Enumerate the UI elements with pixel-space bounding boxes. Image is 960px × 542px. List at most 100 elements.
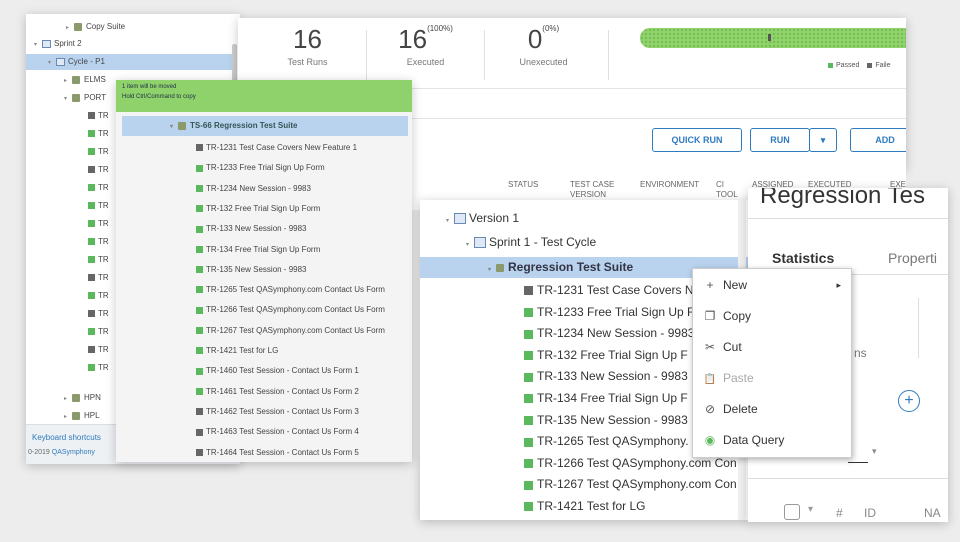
status-square-icon [196,327,203,335]
select-all-checkbox[interactable] [784,504,800,520]
tree-item-run[interactable]: TR [88,360,109,376]
tree-item-hpl[interactable]: ▸ HPL [64,408,100,424]
quick-run-button[interactable]: QUICK RUN [652,128,742,152]
tree-item-run[interactable]: TR [88,270,109,286]
drag-item-row[interactable]: TR-1463 Test Session - Contact Us Form 4 [196,424,359,440]
drag-item-row[interactable]: TR-1266 Test QASymphony.com Contact Us F… [196,302,385,318]
cycle-icon [56,57,65,66]
add-button[interactable]: ADD [850,128,906,152]
column-header-sort[interactable]: # [836,506,843,520]
stat-label: Unexecuted [519,57,568,67]
tree-item-run[interactable]: TR [88,126,109,142]
run-button[interactable]: RUN [750,128,810,152]
stat-divider [918,298,919,358]
test-run-row[interactable]: TR-135 New Session - 9983 [524,410,688,431]
status-square-icon [196,144,203,152]
status-square-icon [196,286,203,294]
stat-label: Test Runs [287,57,328,67]
brand-link[interactable]: QASymphony [52,449,95,456]
progress-bar [640,28,906,48]
tree-item-run[interactable]: TR [88,288,109,304]
drag-item-row[interactable]: TR-132 Free Trial Sign Up Form [196,201,320,217]
data-query-icon: ◉ [704,433,716,447]
drag-item-row[interactable]: TR-1421 Test for LG [196,343,278,359]
menu-item-paste[interactable]: 📋 Paste [693,363,851,394]
tree-item-run[interactable]: TR [88,180,109,196]
run-dropdown-button[interactable]: ▾ [809,128,837,152]
menu-item-data-query[interactable]: ◉ Data Query [693,425,851,456]
tree-item-run[interactable]: TR [88,252,109,268]
drag-item-row[interactable]: TR-1461 Test Session - Contact Us Form 2 [196,384,359,400]
column-header-test-case-version[interactable]: TEST CASE VERSION [570,180,630,200]
test-run-row[interactable]: TR-1234 New Session - 9983 [524,323,694,344]
test-run-row[interactable]: TR-133 New Session - 9983 [524,366,688,387]
menu-item-cut[interactable]: ✂ Cut [693,332,851,363]
test-run-label: TR-1234 New Session - 9983 [206,183,311,193]
tree-item-elms[interactable]: ▸ ELMS [64,72,106,88]
status-square-icon [196,306,203,314]
column-header-ci-tool[interactable]: CI TOOL [716,180,738,200]
drag-item-row[interactable]: TR-1460 Test Session - Contact Us Form 1 [196,363,359,379]
drag-item-row[interactable]: TR-133 New Session - 9983 [196,221,307,237]
drag-item-row[interactable]: TR-1464 Test Session - Contact Us Form 5 [196,445,359,461]
drag-item-row[interactable]: TR-1231 Test Case Covers New Feature 1 [196,140,357,156]
column-header-environment[interactable]: ENVIRONMENT [640,180,710,190]
tab-statistics[interactable]: Statistics [772,250,834,266]
test-run-row[interactable]: TR-1421 Test for LG [524,496,646,517]
tree-item-version[interactable]: ▾ Version 1 [446,208,519,229]
add-circle-button[interactable]: + [898,390,920,412]
tree-item-run[interactable]: TR [88,216,109,232]
tree-item-copy-suite[interactable]: ▸ Copy Suite [66,19,125,35]
test-run-row[interactable]: TR-132 Free Trial Sign Up F [524,345,688,366]
tree-item-run[interactable]: TR [88,162,109,178]
tree-item-run[interactable]: TR [88,144,109,160]
menu-item-new[interactable]: + New ▸ [693,270,851,301]
test-run-row[interactable]: TR-134 Free Trial Sign Up F [524,388,688,409]
drag-item-row[interactable]: TR-135 New Session - 9983 [196,262,307,278]
stat-label: Executed [406,57,445,67]
test-run-label: TR-132 Free Trial Sign Up F [537,347,688,362]
drag-item-row[interactable]: TR-1265 Test QASymphony.com Contact Us F… [196,282,385,298]
tree-item-cycle[interactable]: ▾ Sprint 1 - Test Cycle [466,232,596,253]
drag-item-row[interactable]: TR-1234 New Session - 9983 [196,181,311,197]
status-square-icon [196,408,203,416]
tree-item-port[interactable]: ▾ PORT [64,90,106,106]
release-icon [454,213,466,225]
drag-item-row[interactable]: TR-1267 Test QASymphony.com Contact Us F… [196,323,385,339]
tab-properties[interactable]: Properti [888,250,937,266]
test-run-row[interactable]: TR-1231 Test Case Covers N [524,280,694,301]
tree-item-run[interactable]: TR [88,108,109,124]
tree-item-hpn[interactable]: ▸ HPN [64,390,101,406]
drag-item-row[interactable]: TR-1462 Test Session - Contact Us Form 3 [196,404,359,420]
column-header-id[interactable]: ID [864,506,876,520]
header-divider [748,218,948,219]
sort-icon[interactable]: ▾ [808,504,813,515]
status-square-icon [524,437,533,447]
tree-item-run[interactable]: TR [88,198,109,214]
test-run-row[interactable]: TR-1267 Test QASymphony.com Con [524,474,737,495]
keyboard-shortcuts-link[interactable]: Keyboard shortcuts [32,433,101,442]
column-header-name[interactable]: NA [924,506,941,520]
drag-suite-row[interactable]: ▾ TS-66 Regression Test Suite [122,116,408,136]
tree-item-cycle-p1[interactable]: ▾ Cycle - P1 [26,54,236,70]
suite-icon [72,75,80,84]
drag-item-row[interactable]: TR-1233 Free Trial Sign Up Form [196,160,325,176]
tree-item-run[interactable]: TR [88,324,109,340]
tree-item-sprint-2[interactable]: ▾ Sprint 2 [34,36,82,52]
drag-info-header: 1 item will be moved Hold Ctrl/Command t… [116,80,412,112]
drag-item-row[interactable]: TR-134 Free Trial Sign Up Form [196,242,320,258]
test-run-label: TR-1462 Test Session - Contact Us Form 3 [206,406,359,416]
column-header-status[interactable]: STATUS [508,180,558,190]
menu-item-delete[interactable]: ⊘ Delete [693,394,851,425]
test-run-row[interactable]: TR-1233 Free Trial Sign Up F [524,302,694,323]
test-run-label: TR-134 Free Trial Sign Up F [537,391,688,405]
tree-item-run[interactable]: TR [88,306,109,322]
test-run-row[interactable]: TR-1265 Test QASymphony. [524,431,689,452]
filter-chevron-icon[interactable]: ▾ [872,446,877,457]
tree-item-run[interactable]: TR [88,342,109,358]
menu-item-copy[interactable]: ❐ Copy [693,301,851,332]
failed-legend-swatch [867,62,873,68]
tree-item-run[interactable]: TR [88,234,109,250]
test-run-label: TR-135 New Session - 9983 [206,264,307,274]
status-square-icon [196,184,203,192]
